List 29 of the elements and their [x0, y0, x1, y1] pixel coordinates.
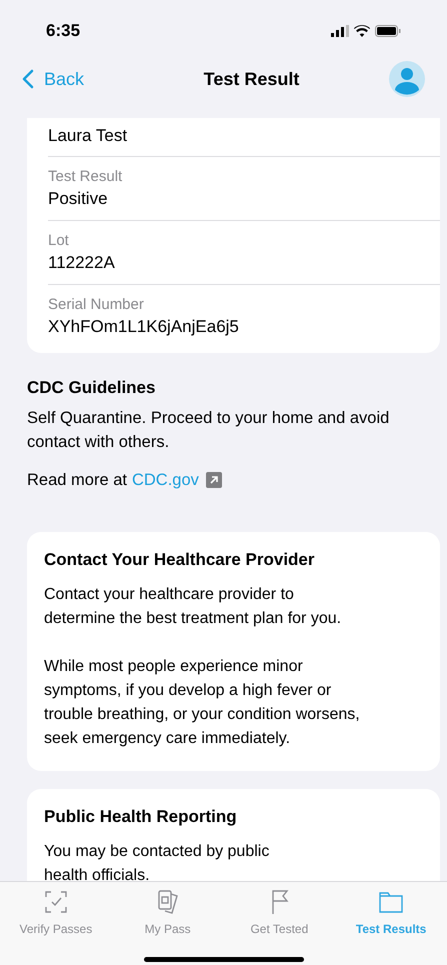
field-value: 112222A	[48, 252, 116, 274]
card-text: Contact your healthcare provider to determine the best treatment plan for you.	[44, 585, 342, 630]
field-label: Serial Number	[48, 295, 145, 315]
field-label: Lot	[48, 231, 70, 251]
tab-item[interactable]: My Pass	[112, 888, 224, 938]
screen-title: Test Result	[204, 68, 300, 90]
signal-icon	[331, 25, 349, 37]
card-title: Contact Your Healthcare Provider	[44, 549, 316, 572]
profile-avatar-icon[interactable]	[389, 61, 425, 97]
read-more-text: Read more at	[27, 470, 127, 490]
field-value: Positive	[48, 188, 109, 210]
chevron-left-icon	[22, 69, 34, 89]
card-text: You may be contacted by public health officials.	[44, 842, 270, 881]
external-link-icon	[206, 472, 222, 488]
tab-item[interactable]: Get Tested	[224, 888, 336, 938]
cdc-link[interactable]: CDC.gov	[132, 468, 199, 492]
field-value: Laura Test	[48, 125, 128, 147]
back-button[interactable]: Back	[22, 66, 84, 92]
status-time: 6:35	[46, 20, 80, 42]
section-title: CDC Guidelines	[27, 377, 156, 399]
tab-item[interactable]: Test Results	[335, 888, 447, 938]
battery-icon	[375, 25, 401, 37]
field-label: Test Result	[48, 167, 124, 187]
guidelines-text: Self Quarantine. Proceed to your home and avoid contact with others.	[27, 408, 390, 452]
tab-item[interactable]: Verify Passes	[0, 888, 112, 938]
wifi-icon	[354, 25, 370, 37]
field-value: XYhFOm1L1K6jAnjEa6j5	[48, 316, 240, 338]
card-text: While most people experience minor symptoms, if you develop a high fever or trouble breathing, or your condition worsens, seek emergency care immediately.	[44, 657, 361, 750]
card-title: Public Health Reporting	[44, 806, 238, 828]
